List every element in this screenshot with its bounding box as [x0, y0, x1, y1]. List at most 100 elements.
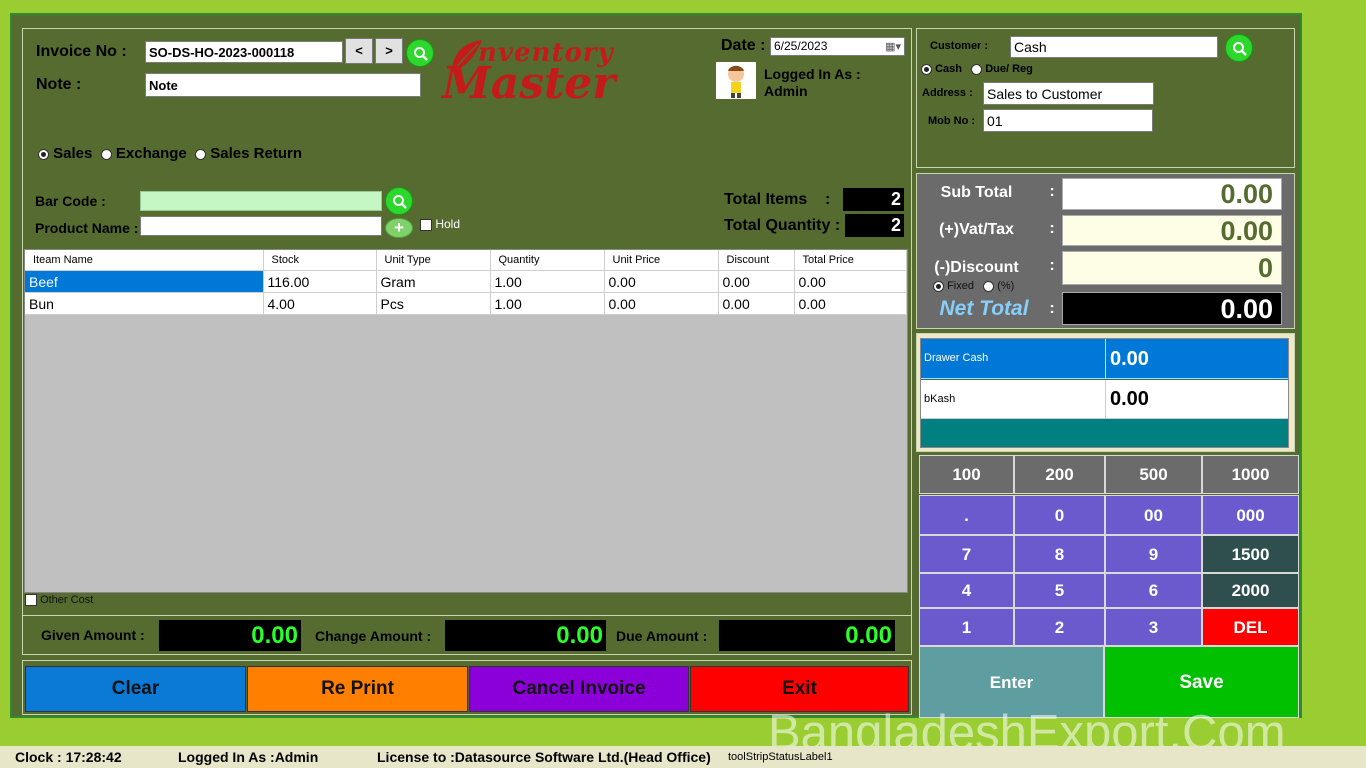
product-name-input[interactable]	[140, 216, 382, 236]
user-cartoon-icon	[728, 65, 744, 98]
other-cost-checkbox[interactable]: Other Cost	[25, 594, 94, 607]
vat-value[interactable]: 0.00	[1062, 215, 1282, 246]
table-row[interactable]: Beef 116.00 Gram 1.00 0.00 0.00 0.00	[25, 270, 907, 293]
key-3[interactable]: 3	[1105, 608, 1202, 646]
cell-stock[interactable]: 116.00	[263, 270, 377, 293]
quick-amount-1000[interactable]: 1000	[1202, 455, 1299, 494]
key-000[interactable]: 000	[1202, 495, 1299, 535]
payment-value[interactable]: 0.00	[1110, 348, 1149, 371]
col-header-item-name[interactable]: Iteam Name	[25, 250, 264, 271]
date-label: Date :	[721, 37, 766, 54]
barcode-label: Bar Code :	[35, 193, 106, 209]
barcode-input[interactable]	[140, 191, 382, 211]
key-1[interactable]: 1	[919, 608, 1014, 646]
cell-unit-price[interactable]: 0.00	[604, 292, 719, 315]
quick-amount-100[interactable]: 100	[919, 455, 1014, 494]
discount-colon: :	[1049, 257, 1055, 274]
col-header-discount[interactable]: Discount	[718, 250, 795, 271]
logged-in-label: Logged In As :	[764, 66, 861, 82]
customer-type-radios: Cash Due/ Reg	[921, 63, 1033, 75]
col-header-stock[interactable]: Stock	[263, 250, 377, 271]
mob-input[interactable]	[983, 109, 1153, 132]
key-0[interactable]: 0	[1014, 495, 1105, 535]
status-clock: Clock : 17:28:42	[15, 749, 122, 765]
key-5[interactable]: 5	[1014, 573, 1105, 608]
next-invoice-button[interactable]: >	[375, 38, 403, 64]
sub-total-value: 0.00	[1062, 178, 1282, 210]
col-header-total-price[interactable]: Total Price	[794, 250, 907, 271]
address-input[interactable]	[983, 82, 1154, 105]
cell-quantity[interactable]: 1.00	[490, 270, 605, 293]
cell-unit-type[interactable]: Gram	[376, 270, 491, 293]
invoice-no-input[interactable]	[145, 41, 343, 63]
cell-total-price[interactable]: 0.00	[794, 270, 907, 293]
payment-value[interactable]: 0.00	[1110, 388, 1149, 411]
cell-unit-price[interactable]: 0.00	[604, 270, 719, 293]
note-label: Note :	[36, 76, 82, 93]
mode-radio-group: Sales Exchange Sales Return	[38, 145, 302, 162]
given-amount-value[interactable]: 0.00	[159, 620, 301, 651]
col-header-unit-price[interactable]: Unit Price	[604, 250, 719, 271]
payment-name: bKash	[924, 393, 956, 405]
key-6[interactable]: 6	[1105, 573, 1202, 608]
radio-sales[interactable]: Sales	[38, 145, 92, 162]
customer-label: Customer :	[930, 40, 989, 52]
col-header-unit-type[interactable]: Unit Type	[376, 250, 491, 271]
hold-checkbox[interactable]: Hold	[420, 217, 460, 231]
user-avatar	[716, 62, 756, 99]
search-customer-button[interactable]	[1225, 34, 1253, 62]
quick-amount-500[interactable]: 500	[1105, 455, 1202, 494]
key-4[interactable]: 4	[919, 573, 1014, 608]
key-dot[interactable]: .	[919, 495, 1014, 535]
note-input[interactable]	[145, 73, 421, 97]
radio-cash[interactable]: Cash	[921, 63, 962, 75]
net-total-colon: :	[1049, 300, 1055, 317]
due-amount-value: 0.00	[719, 620, 895, 651]
add-product-button[interactable]: +	[385, 218, 413, 238]
reprint-button[interactable]: Re Print	[247, 666, 468, 712]
table-row[interactable]: Bun 4.00 Pcs 1.00 0.00 0.00 0.00	[25, 292, 907, 315]
key-00[interactable]: 00	[1105, 495, 1202, 535]
change-amount-value: 0.00	[445, 620, 606, 651]
search-invoice-button[interactable]	[406, 39, 434, 67]
radio-sales-return[interactable]: Sales Return	[195, 145, 302, 162]
vat-label: (+)Vat/Tax	[939, 221, 1014, 238]
cell-unit-type[interactable]: Pcs	[376, 292, 491, 315]
product-name-label: Product Name :	[35, 220, 139, 236]
other-cost-label: Other Cost	[40, 594, 94, 606]
cell-quantity[interactable]: 1.00	[490, 292, 605, 315]
clear-button[interactable]: Clear	[25, 666, 246, 712]
cell-discount[interactable]: 0.00	[718, 270, 795, 293]
calendar-icon[interactable]: ▦▾	[885, 40, 901, 53]
cell-total-price[interactable]: 0.00	[794, 292, 907, 315]
key-8[interactable]: 8	[1014, 535, 1105, 573]
quick-amount-200[interactable]: 200	[1014, 455, 1105, 494]
col-header-quantity[interactable]: Quantity	[490, 250, 605, 271]
del-button[interactable]: DEL	[1202, 608, 1299, 646]
payment-row-drawer-cash[interactable]: Drawer Cash 0.00	[921, 339, 1288, 379]
radio-exchange[interactable]: Exchange	[100, 145, 187, 162]
items-grid[interactable]: Iteam Name Stock Unit Type Quantity Unit…	[24, 249, 908, 593]
customer-input[interactable]	[1010, 36, 1218, 58]
key-2[interactable]: 2	[1014, 608, 1105, 646]
search-barcode-button[interactable]	[385, 187, 413, 215]
cell-item-name[interactable]: Bun	[25, 292, 264, 315]
radio-due-reg[interactable]: Due/ Reg	[971, 63, 1033, 75]
cell-discount[interactable]: 0.00	[718, 292, 795, 315]
quick-amount-1500[interactable]: 1500	[1202, 535, 1299, 573]
address-label: Address :	[922, 87, 973, 99]
cancel-invoice-button[interactable]: Cancel Invoice	[469, 666, 689, 712]
status-logged-in: Logged In As :Admin	[178, 749, 319, 765]
prev-invoice-button[interactable]: <	[345, 38, 373, 64]
radio-fixed[interactable]: Fixed	[933, 280, 974, 292]
date-picker[interactable]: 6/25/2023 ▦▾	[770, 37, 905, 56]
total-items-value: 2	[843, 188, 904, 211]
discount-value[interactable]: 0	[1062, 251, 1282, 285]
key-9[interactable]: 9	[1105, 535, 1202, 573]
cell-item-name[interactable]: Beef	[25, 270, 264, 293]
payment-row-bkash[interactable]: bKash 0.00	[921, 380, 1288, 419]
key-7[interactable]: 7	[919, 535, 1014, 573]
cell-stock[interactable]: 4.00	[263, 292, 377, 315]
radio-percent[interactable]: (%)	[983, 280, 1014, 292]
quick-amount-2000[interactable]: 2000	[1202, 573, 1299, 608]
